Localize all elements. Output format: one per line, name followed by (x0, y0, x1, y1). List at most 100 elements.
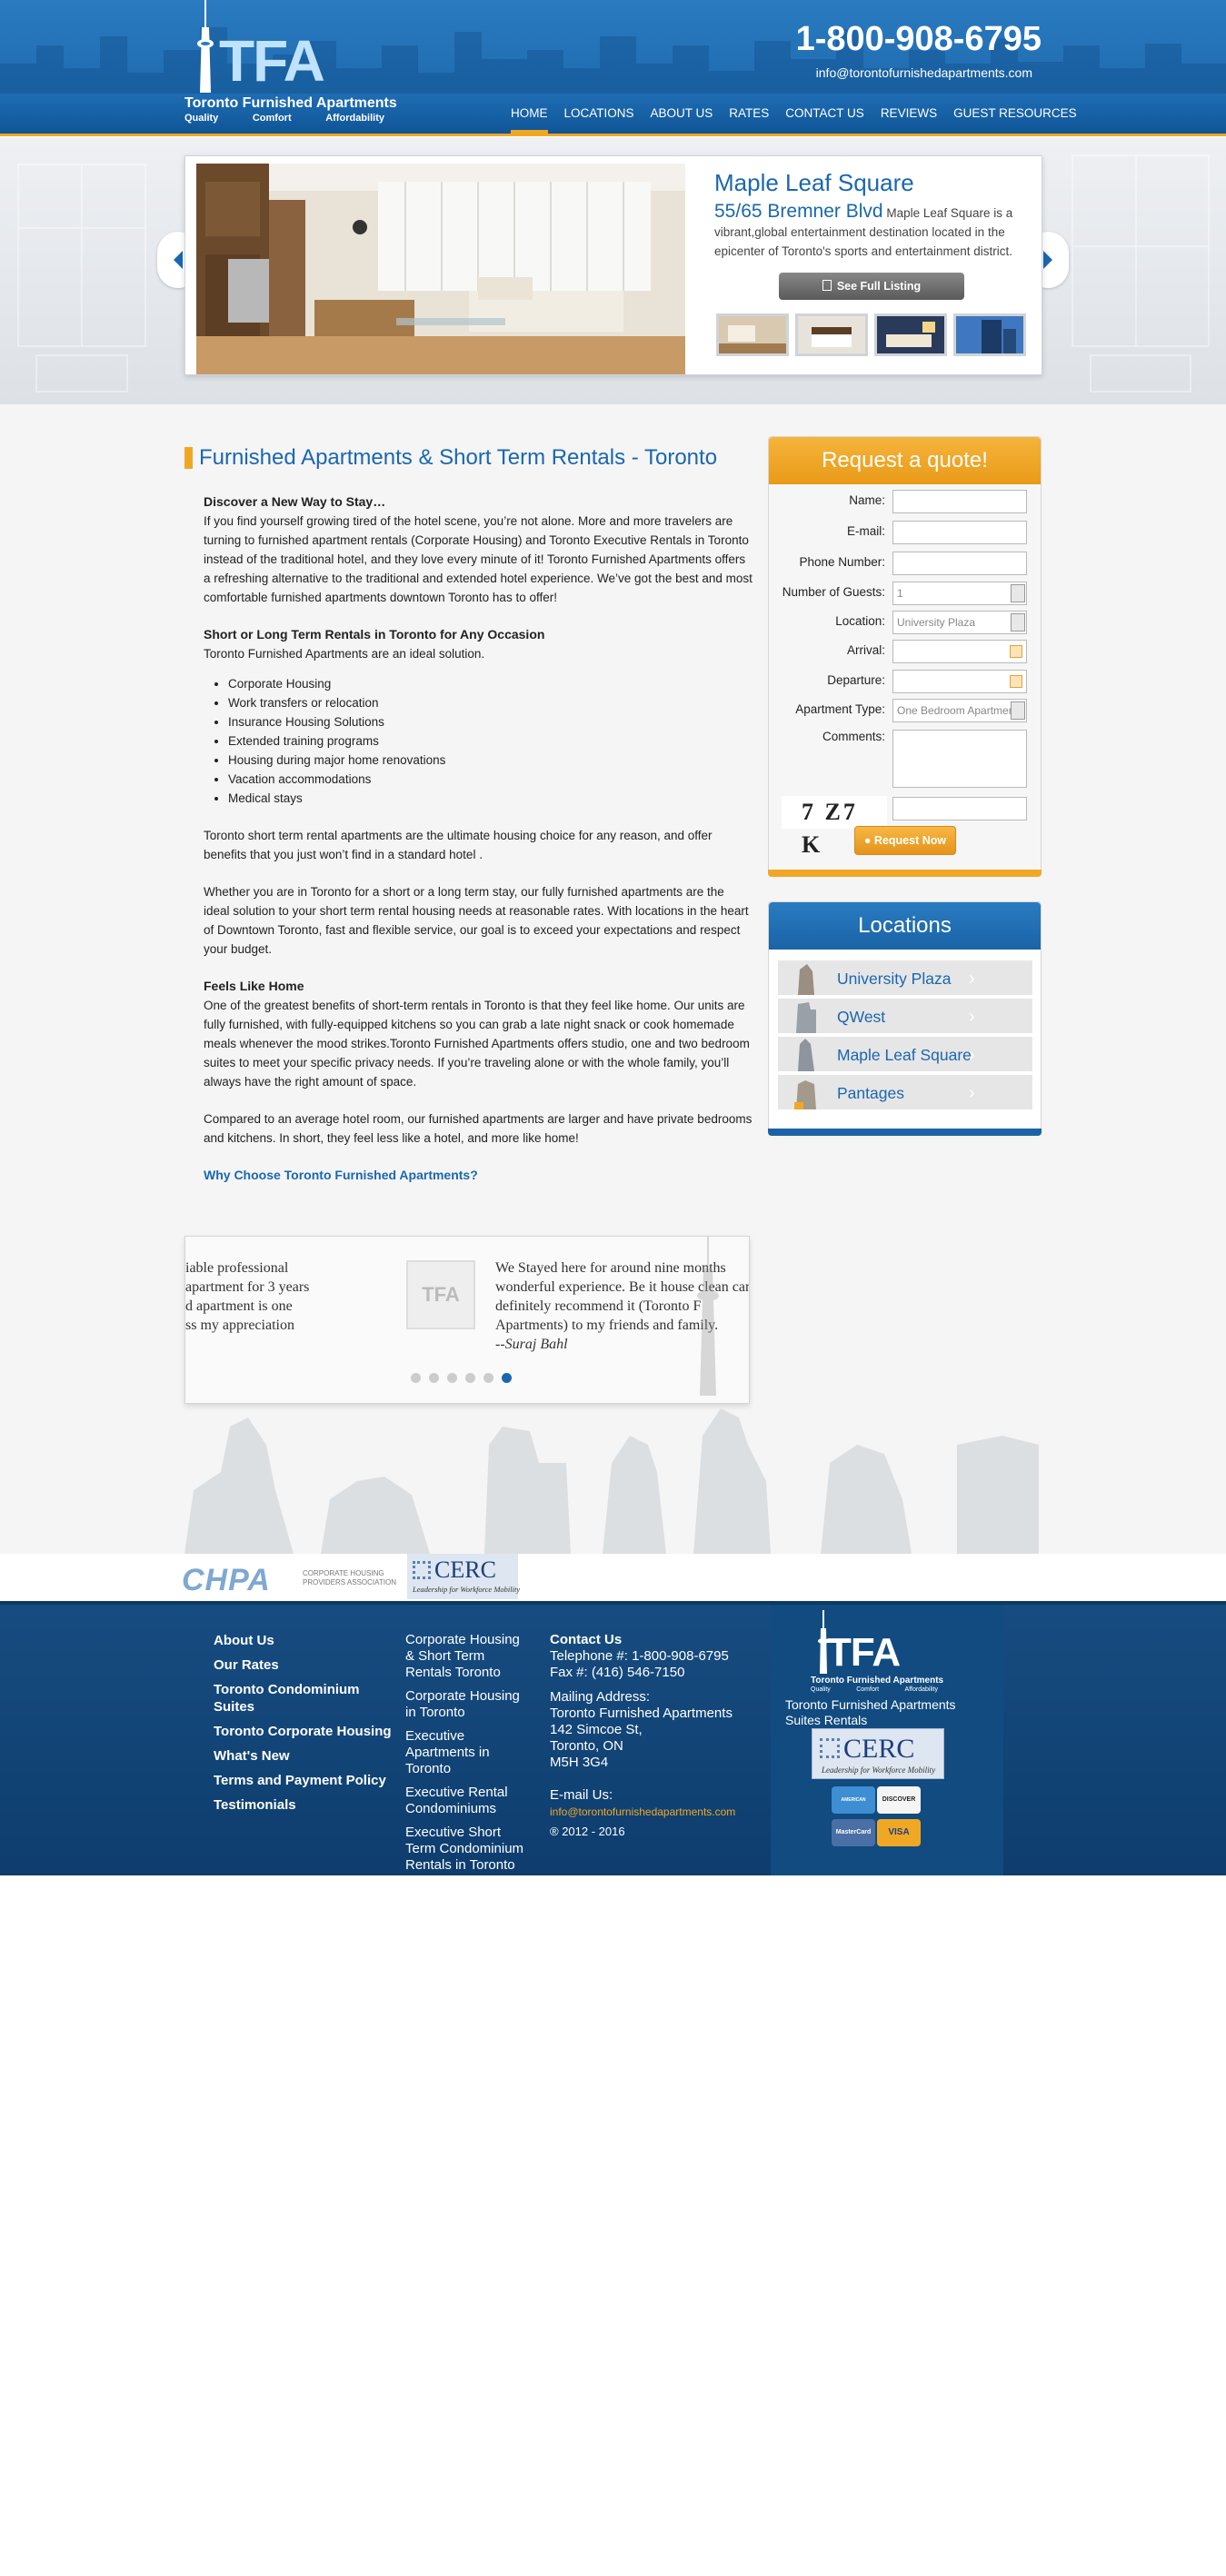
slide-thumbnails (716, 313, 1026, 356)
paragraph: One of the greatest benefits of short-te… (204, 999, 750, 1089)
cerc-logo-subtitle: Leadership for Workforce Mobility (413, 1585, 521, 1594)
site-logo[interactable]: TFA Toronto Furnished Apartments Quality… (184, 0, 403, 132)
comments-label: Comments: (822, 730, 885, 743)
header-phone[interactable]: 1-800-908-6795 (791, 20, 1042, 59)
carousel-dot-active[interactable] (502, 1373, 512, 1383)
footer-cerc-logo[interactable]: CERC Leadership for Workforce Mobility (812, 1728, 944, 1779)
footer-contact: Contact Us Telephone #: 1-800-908-6795 F… (550, 1632, 768, 1840)
nav-home[interactable]: HOME (503, 94, 556, 134)
request-now-label: Request Now (873, 834, 947, 847)
why-choose-link[interactable]: Why Choose Toronto Furnished Apartments? (204, 1166, 753, 1185)
carousel-dot[interactable] (447, 1373, 457, 1383)
request-now-button[interactable]: ● Request Now (854, 826, 956, 855)
list-item: Work transfers or relocation (228, 693, 753, 712)
footer-link[interactable]: Corporate Housing & Short Term Rentals T… (405, 1632, 533, 1681)
slide-thumbnail[interactable] (795, 313, 868, 356)
apartment-type-select[interactable]: One Bedroom Apartment (892, 699, 1027, 722)
nav-about-us[interactable]: ABOUT US (643, 94, 722, 134)
guests-select[interactable]: 1 (892, 582, 1027, 605)
list-item: Housing during major home renovations (228, 751, 753, 770)
captcha-input[interactable] (892, 797, 1027, 821)
buildings-illustration (184, 1408, 1039, 1554)
nav-locations[interactable]: LOCATIONS (556, 94, 643, 134)
chevron-right-icon: › (969, 1045, 975, 1065)
nav-rates[interactable]: RATES (721, 94, 777, 134)
guests-value: 1 (897, 587, 903, 600)
footer-link[interactable]: Toronto Condominium Suites (214, 1681, 395, 1716)
slide-title[interactable]: Maple Leaf Square (714, 169, 914, 197)
location-name: Pantages (837, 1084, 904, 1102)
departure-date-input[interactable] (892, 670, 1027, 693)
carousel-dot[interactable] (411, 1373, 421, 1383)
email-row: E-mail: (769, 521, 1042, 544)
location-item-qwest[interactable]: QWest › (778, 999, 1032, 1035)
name-input[interactable] (892, 490, 1027, 513)
calendar-icon[interactable] (1010, 645, 1022, 658)
footer-links-main: About Us Our Rates Toronto Condominium S… (214, 1632, 395, 1821)
location-select[interactable]: University Plaza (892, 611, 1027, 634)
nav-accent-line (0, 134, 1226, 136)
location-label: Location: (835, 614, 885, 628)
locations-footer (768, 1129, 1042, 1136)
main-nav: HOME LOCATIONS ABOUT US RATES CONTACT US… (503, 94, 1085, 134)
list-item: Extended training programs (228, 731, 753, 751)
phone-input[interactable] (892, 552, 1027, 575)
paragraph: Whether you are in Toronto for a short o… (204, 885, 749, 956)
footer-link[interactable]: Toronto Corporate Housing (214, 1723, 395, 1740)
footer-telephone[interactable]: Telephone #: 1-800-908-6795 (550, 1648, 768, 1665)
cerc-logo[interactable]: CERC Leadership for Workforce Mobility (407, 1554, 521, 1599)
footer-links-seo: Corporate Housing & Short Term Rentals T… (405, 1632, 533, 1870)
slide-thumbnail[interactable] (874, 313, 947, 356)
footer-link[interactable]: About Us (214, 1632, 395, 1649)
chpa-logo[interactable]: CHPA (182, 1563, 271, 1598)
location-value: University Plaza (897, 616, 976, 629)
apartment-type-row: Apartment Type: One Bedroom Apartment (769, 699, 1042, 722)
list-item: Medical stays (228, 789, 753, 808)
arrival-date-input[interactable] (892, 640, 1027, 663)
footer-link[interactable]: Testimonials (214, 1796, 395, 1814)
location-item-pantages[interactable]: Pantages › (778, 1075, 1032, 1111)
logo-tag: Comfort (252, 113, 292, 124)
footer-mailing-label: Mailing Address: (550, 1689, 651, 1705)
carousel-dot[interactable] (429, 1373, 439, 1383)
location-item-university-plaza[interactable]: University Plaza › (778, 960, 1032, 997)
carousel-dot[interactable] (465, 1373, 475, 1383)
location-item-maple-leaf-square[interactable]: Maple Leaf Square › (778, 1037, 1032, 1073)
section-heading: Feels Like Home (204, 979, 304, 993)
cerc-logo-text: CERC (434, 1557, 496, 1583)
footer-email-link[interactable]: info@torontofurnishedapartments.com (550, 1804, 768, 1820)
slide-thumbnail[interactable] (716, 313, 789, 356)
paragraph: Toronto Furnished Apartments are an idea… (204, 647, 485, 661)
footer-link[interactable]: Executive Short Term Condominium Rentals… (405, 1825, 533, 1870)
footer-link[interactable]: What's New (214, 1747, 395, 1765)
occasions-list: Corporate Housing Work transfers or relo… (204, 674, 753, 808)
logo-tag: Comfort (856, 1686, 880, 1693)
footer-address-line: Toronto Furnished Apartments (550, 1706, 733, 1721)
chpa-subtitle-line: CORPORATE HOUSING (303, 1569, 384, 1577)
footer-link[interactable]: Corporate Housing in Toronto (405, 1688, 533, 1721)
featured-apartment-photo[interactable] (196, 164, 685, 374)
footer-link[interactable]: Terms and Payment Policy (214, 1772, 395, 1789)
nav-guest-resources[interactable]: GUEST RESOURCES (945, 94, 1085, 134)
quote-form-title: Request a quote! (769, 437, 1041, 484)
departure-row: Departure: (769, 670, 1042, 693)
see-full-listing-button[interactable]: See Full Listing (779, 273, 964, 300)
email-input[interactable] (892, 521, 1027, 544)
star-icon: ● (863, 834, 874, 847)
carousel-dot[interactable] (483, 1373, 493, 1383)
section-heading: Short or Long Term Rentals in Toronto fo… (204, 627, 545, 642)
amex-card-icon: AMERICAN EXPRESS (832, 1786, 875, 1830)
see-full-listing-label: See Full Listing (836, 280, 922, 293)
testimonial-line: d apartment is one (185, 1298, 293, 1314)
nav-contact-us[interactable]: CONTACT US (777, 94, 872, 134)
footer-link[interactable]: Executive Apartments in Toronto (405, 1728, 533, 1777)
comments-textarea[interactable] (892, 730, 1027, 788)
calendar-icon[interactable] (1010, 675, 1022, 688)
footer-link[interactable]: Our Rates (214, 1656, 395, 1674)
locations-panel: Locations University Plaza › QWest › Map… (768, 901, 1042, 1136)
slide-thumbnail[interactable] (953, 313, 1026, 356)
nav-reviews[interactable]: REVIEWS (872, 94, 945, 134)
footer-copyright: ® 2012 - 2016 (550, 1825, 625, 1838)
header-email[interactable]: info@torontofurnishedapartments.com (791, 65, 1032, 80)
footer-link[interactable]: Executive Rental Condominiums (405, 1785, 533, 1817)
